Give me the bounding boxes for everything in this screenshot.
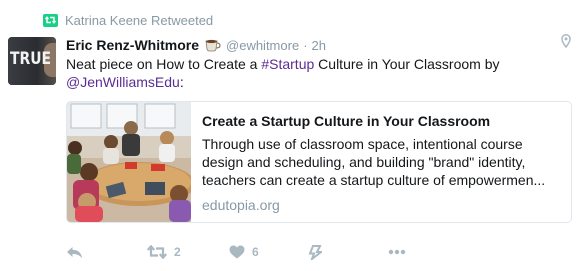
tweet-timestamp[interactable]: 2h — [312, 38, 326, 53]
tweet-actions: 2 6 — [66, 243, 426, 261]
moments-button[interactable] — [308, 243, 322, 261]
retweet-context: Katrina Keene Retweeted — [43, 11, 213, 29]
heart-icon — [229, 245, 245, 259]
location-pin-icon[interactable] — [561, 34, 571, 49]
card-title[interactable]: Create a Startup Culture in Your Classro… — [202, 112, 562, 130]
avatar-logo-text: TRUE — [10, 49, 52, 69]
card-domain: edutopia.org — [202, 197, 280, 213]
author-fullname[interactable]: Eric Renz-Whitmore — [66, 37, 199, 53]
more-button[interactable] — [388, 243, 406, 261]
retweet-count: 2 — [174, 245, 181, 259]
like-button[interactable]: 6 — [229, 243, 259, 261]
card-thumbnail — [67, 102, 191, 222]
hashtag-link[interactable]: #Startup — [261, 56, 314, 72]
reply-icon — [66, 246, 83, 259]
retweeted-by-link[interactable]: Katrina Keene Retweeted — [65, 13, 213, 28]
tweet[interactable]: Katrina Keene Retweeted TRUE Eric Renz-W… — [0, 0, 579, 271]
link-card[interactable]: Create a Startup Culture in Your Classro… — [66, 101, 572, 223]
tweet-text: Neat piece on How to Create a #Startup C… — [66, 56, 500, 90]
retweet-button[interactable]: 2 — [147, 243, 181, 261]
separator-dot: · — [303, 37, 308, 53]
retweet-icon — [43, 13, 58, 27]
coffee-emoji — [205, 39, 221, 52]
avatar[interactable]: TRUE — [8, 37, 56, 85]
card-body: Create a Startup Culture in Your Classro… — [202, 112, 562, 214]
like-count: 6 — [252, 245, 259, 259]
card-description: Through use of classroom space, intentio… — [202, 136, 546, 188]
moments-icon — [308, 244, 322, 260]
author-handle[interactable]: @ewhitmore — [226, 38, 299, 53]
retweet-icon — [147, 245, 167, 259]
tweet-header: Eric Renz-Whitmore @ewhitmore · 2h — [66, 36, 326, 54]
more-icon — [388, 249, 406, 255]
reply-button[interactable] — [66, 243, 83, 261]
mention-link[interactable]: @JenWilliamsEdu — [66, 74, 180, 90]
